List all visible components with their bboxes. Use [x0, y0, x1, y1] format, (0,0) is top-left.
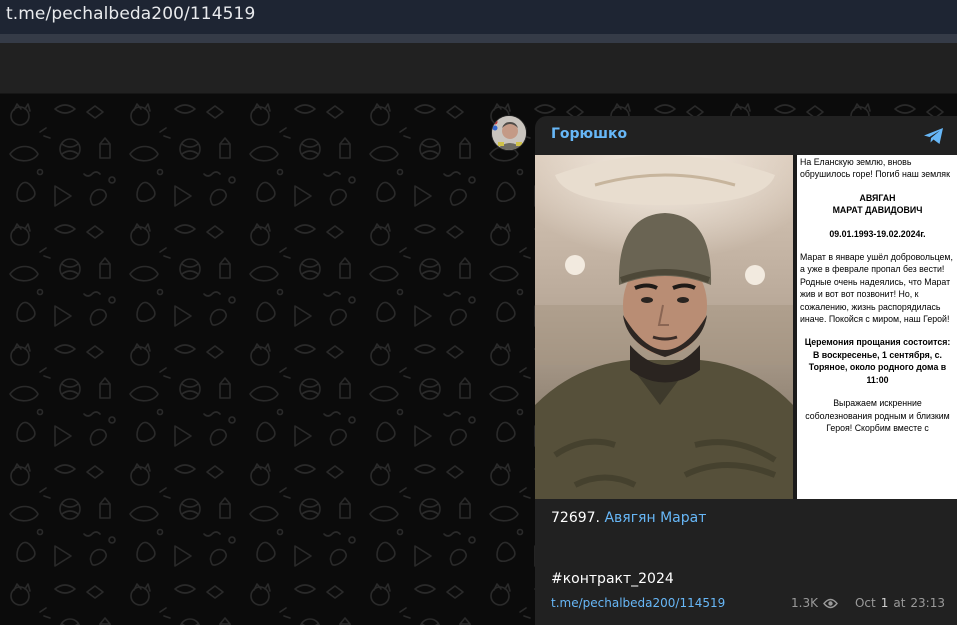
name-link[interactable]: Авягян Марат: [604, 510, 706, 526]
notice-intro: На Еланскую землю, вновь обрушилось горе…: [800, 157, 950, 180]
obituary-notice: На Еланскую землю, вновь обрушилось горе…: [797, 155, 957, 499]
post-date-at: at: [893, 596, 906, 610]
channel-avatar[interactable]: [491, 115, 527, 151]
telegram-icon[interactable]: [922, 124, 946, 148]
channel-name[interactable]: Горюшко: [551, 126, 627, 142]
notice-surname: АВЯГАН: [859, 192, 896, 203]
post-number: 72697.: [551, 510, 600, 526]
notice-ceremony-details: В воскресенье, 1 сентября, с. Торяное, о…: [808, 349, 947, 385]
post-link[interactable]: t.me/pechalbeda200/114519: [551, 596, 725, 610]
page-header-strip: [0, 43, 957, 94]
browser-url-bar[interactable]: t.me/pechalbeda200/114519: [0, 0, 957, 34]
post-date-day: 1: [880, 596, 889, 610]
post-text: 72697. Авягян Марат: [551, 510, 706, 526]
eye-icon: [823, 598, 838, 608]
hashtag[interactable]: #контракт_2024: [551, 571, 674, 587]
post-meta: 1.3K Oct 1 at 23:13: [791, 596, 945, 610]
url-text[interactable]: t.me/pechalbeda200/114519: [6, 4, 255, 24]
channel-post: Горюшко На Еланскую землю, вновь обрушил…: [535, 116, 957, 625]
view-count: 1.3K: [791, 596, 818, 610]
notice-dates: 09.01.1993-19.02.2024г.: [829, 228, 926, 239]
notice-names: МАРАТ ДАВИДОВИЧ: [832, 205, 923, 216]
post-date-prefix: Oct: [854, 596, 876, 610]
notice-story: Марат в январе ушёл добровольцем, а уже …: [800, 252, 953, 325]
notice-condolences: Выражаем искренние соболезнования родным…: [805, 398, 950, 433]
post-time: 23:13: [910, 596, 945, 610]
notice-ceremony-title: Церемония прощания состоится:: [804, 337, 951, 348]
soldier-photo: [535, 155, 793, 499]
post-photo[interactable]: На Еланскую землю, вновь обрушилось горе…: [535, 155, 957, 499]
toolbar-separator: [0, 34, 957, 43]
